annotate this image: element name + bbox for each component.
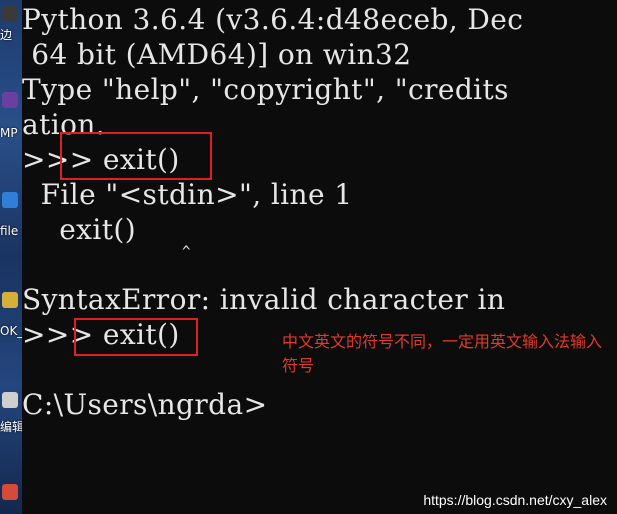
error-caret: ^: [182, 244, 191, 260]
annotation-note: 中文英文的符号不同，一定用英文输入法输入符号: [282, 332, 603, 375]
console-line-9: SyntaxError: invalid character in: [22, 283, 506, 316]
desktop-icon-6[interactable]: [2, 484, 18, 500]
console-line-6: File "<stdin>", line 1: [22, 178, 353, 211]
desktop-label-2: MP: [0, 126, 18, 140]
desktop-icon-1[interactable]: [2, 6, 18, 22]
desktop-icon-3[interactable]: [2, 192, 18, 208]
console-line-2: 64 bit (AMD64)] on win32: [22, 38, 412, 71]
desktop-icon-5[interactable]: [2, 392, 18, 408]
watermark: https://blog.csdn.net/cxy_alex: [423, 492, 607, 508]
console-line-12: C:\Users\ngrda>: [22, 388, 268, 421]
desktop-icon-4[interactable]: [2, 292, 18, 308]
highlight-box-chinese-parens: [60, 132, 212, 180]
console-window[interactable]: Python 3.6.4 (v3.6.4:d48eceb, Dec 64 bit…: [22, 0, 617, 514]
desktop-icon-2[interactable]: [2, 92, 18, 108]
desktop-label-3: file: [0, 224, 19, 238]
desktop-label-5: 编辑: [0, 420, 22, 434]
desktop-label-4: OK_: [0, 324, 22, 338]
desktop-label-1: 边: [0, 28, 13, 42]
desktop-strip: 边 MP file OK_ 编辑: [0, 0, 22, 514]
console-line-3: Type "help", "copyright", "credits: [22, 73, 509, 106]
console-line-7: exit(): [22, 213, 137, 246]
highlight-box-english-parens: [74, 318, 198, 356]
console-line-1: Python 3.6.4 (v3.6.4:d48eceb, Dec: [22, 3, 524, 36]
